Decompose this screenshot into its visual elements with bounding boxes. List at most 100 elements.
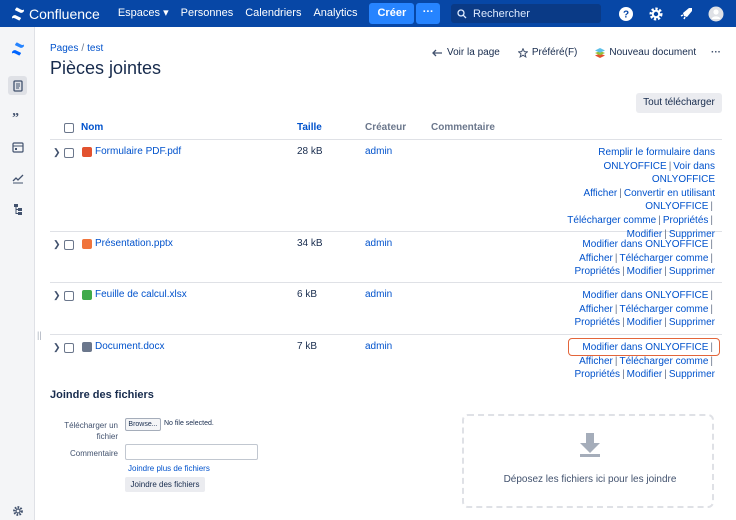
download-as-link[interactable]: Télécharger comme <box>619 253 708 264</box>
edit-link[interactable]: Modifier <box>627 369 663 380</box>
edit-link[interactable]: Modifier <box>627 317 663 328</box>
confluence-home-link[interactable]: Confluence <box>11 6 100 22</box>
highlight-edit-onlyoffice <box>568 338 720 356</box>
row-checkbox[interactable] <box>64 240 74 250</box>
search-placeholder: Rechercher <box>473 7 530 20</box>
confluence-logo-icon[interactable] <box>8 39 27 58</box>
creator-link[interactable]: admin <box>365 289 392 300</box>
avatar[interactable] <box>706 4 726 23</box>
document-file-icon <box>82 342 92 352</box>
row-checkbox[interactable] <box>64 148 74 158</box>
notifications-icon[interactable] <box>676 4 696 23</box>
download-arrow-icon <box>580 433 600 457</box>
breadcrumb-test[interactable]: test <box>87 43 103 54</box>
row-checkbox[interactable] <box>64 343 74 353</box>
file-name-link[interactable]: Présentation.pptx <box>95 238 173 249</box>
header-name[interactable]: Nom <box>81 122 103 133</box>
table-row: ❯ Présentation.pptx 34 kB admin Modifier… <box>50 232 722 283</box>
creator-link[interactable]: admin <box>365 146 392 157</box>
attachments-table-header: Nom Taille Créateur Commentaire <box>50 120 722 140</box>
expand-chevron-icon[interactable]: ❯ <box>53 290 61 301</box>
favourite-button[interactable]: Préféré(F) <box>517 47 578 58</box>
edit-link[interactable]: Modifier <box>627 266 663 277</box>
browse-button[interactable]: Browse... <box>125 418 161 431</box>
breadcrumb: Pages / test <box>50 43 103 54</box>
edit-onlyoffice-link[interactable]: Modifier dans ONLYOFFICE <box>582 239 708 250</box>
favourite-label: Préféré(F) <box>531 47 578 58</box>
creator-link[interactable]: admin <box>365 238 392 249</box>
page-more-button[interactable]: ··· <box>711 47 721 58</box>
nav-people[interactable]: Personnes <box>175 0 240 27</box>
blog-quote-icon[interactable]: ” <box>8 107 27 126</box>
download-all-button[interactable]: Tout télécharger <box>636 93 722 113</box>
expand-chevron-icon[interactable]: ❯ <box>53 239 61 250</box>
file-size: 6 kB <box>297 289 318 300</box>
create-more-button[interactable]: ··· <box>416 3 441 24</box>
select-all-checkbox[interactable] <box>64 123 74 133</box>
view-link[interactable]: Afficher <box>579 356 613 367</box>
file-name-link[interactable]: Formulaire PDF.pdf <box>95 146 181 157</box>
no-file-selected-text: No file selected. <box>164 420 214 427</box>
view-link[interactable]: Afficher <box>579 253 613 264</box>
star-icon <box>517 47 528 58</box>
upload-file-label: Télécharger un fichier <box>64 421 118 441</box>
nav-spaces[interactable]: Espaces ▾ <box>112 0 175 27</box>
download-as-link[interactable]: Télécharger comme <box>619 356 708 367</box>
convert-onlyoffice-link[interactable]: Convertir en utilisant ONLYOFFICE <box>624 188 715 213</box>
properties-link[interactable]: Propriétés <box>574 369 620 380</box>
file-name-link[interactable]: Document.docx <box>95 341 164 352</box>
properties-link[interactable]: Propriétés <box>574 266 620 277</box>
nav-calendars[interactable]: Calendriers <box>239 0 307 27</box>
attach-files-button[interactable]: Joindre des fichiers <box>125 477 205 492</box>
left-sidebar: ” <box>0 27 35 520</box>
search-input[interactable]: Rechercher <box>451 4 601 23</box>
header-size[interactable]: Taille <box>297 122 322 133</box>
row-actions: Modifier dans ONLYOFFICE | Afficher | Téléc… <box>574 239 715 278</box>
edit-onlyoffice-link[interactable]: Modifier dans ONLYOFFICE <box>582 290 708 301</box>
space-settings-icon[interactable] <box>8 501 27 520</box>
creator-link[interactable]: admin <box>365 341 392 352</box>
properties-link[interactable]: Propriétés <box>663 215 709 226</box>
comment-input[interactable] <box>125 444 258 460</box>
expand-chevron-icon[interactable]: ❯ <box>53 147 61 158</box>
calendar-icon[interactable] <box>8 137 27 156</box>
file-drop-zone[interactable]: Déposez les fichiers ici pour les joindr… <box>462 414 714 508</box>
new-document-button[interactable]: Nouveau document <box>595 47 696 58</box>
top-navigation: Confluence Espaces ▾ Personnes Calendrie… <box>0 0 736 27</box>
header-creator: Créateur <box>365 122 407 133</box>
download-as-link[interactable]: Télécharger comme <box>567 215 656 226</box>
file-name-link[interactable]: Feuille de calcul.xlsx <box>95 289 187 300</box>
attach-more-files-link[interactable]: Joindre plus de fichiers <box>128 464 210 473</box>
file-size: 34 kB <box>297 238 323 249</box>
spreadsheet-file-icon <box>82 290 92 300</box>
properties-link[interactable]: Propriétés <box>574 317 620 328</box>
help-icon[interactable]: ? <box>616 4 636 23</box>
presentation-file-icon <box>82 239 92 249</box>
svg-text:?: ? <box>623 9 629 20</box>
view-link[interactable]: Afficher <box>584 188 618 199</box>
file-size: 7 kB <box>297 341 318 352</box>
nav-analytics[interactable]: Analytics <box>307 0 363 27</box>
header-comment: Commentaire <box>431 122 495 133</box>
view-link[interactable]: Afficher <box>579 304 613 315</box>
hierarchy-icon[interactable] <box>8 199 27 218</box>
sidebar-resize-handle[interactable]: || <box>37 330 42 340</box>
breadcrumb-pages[interactable]: Pages <box>50 43 78 54</box>
table-row: ❯ Formulaire PDF.pdf 28 kB admin Remplir… <box>50 140 722 240</box>
page-title: Pièces jointes <box>50 58 162 78</box>
app-name: Confluence <box>29 5 100 22</box>
create-button[interactable]: Créer <box>369 3 415 24</box>
row-actions: Modifier dans ONLYOFFICE | Afficher | Téléc… <box>574 290 715 329</box>
row-checkbox[interactable] <box>64 291 74 301</box>
view-page-label: Voir la page <box>447 47 500 58</box>
delete-link[interactable]: Supprimer <box>669 266 715 277</box>
delete-link[interactable]: Supprimer <box>669 369 715 380</box>
settings-icon[interactable] <box>646 4 666 23</box>
view-page-button[interactable]: Voir la page <box>432 47 500 58</box>
download-as-link[interactable]: Télécharger comme <box>619 304 708 315</box>
pages-icon[interactable] <box>8 76 27 95</box>
delete-link[interactable]: Supprimer <box>669 317 715 328</box>
breadcrumb-separator: / <box>81 43 85 54</box>
analytics-icon[interactable] <box>8 168 27 187</box>
expand-chevron-icon[interactable]: ❯ <box>53 342 61 353</box>
